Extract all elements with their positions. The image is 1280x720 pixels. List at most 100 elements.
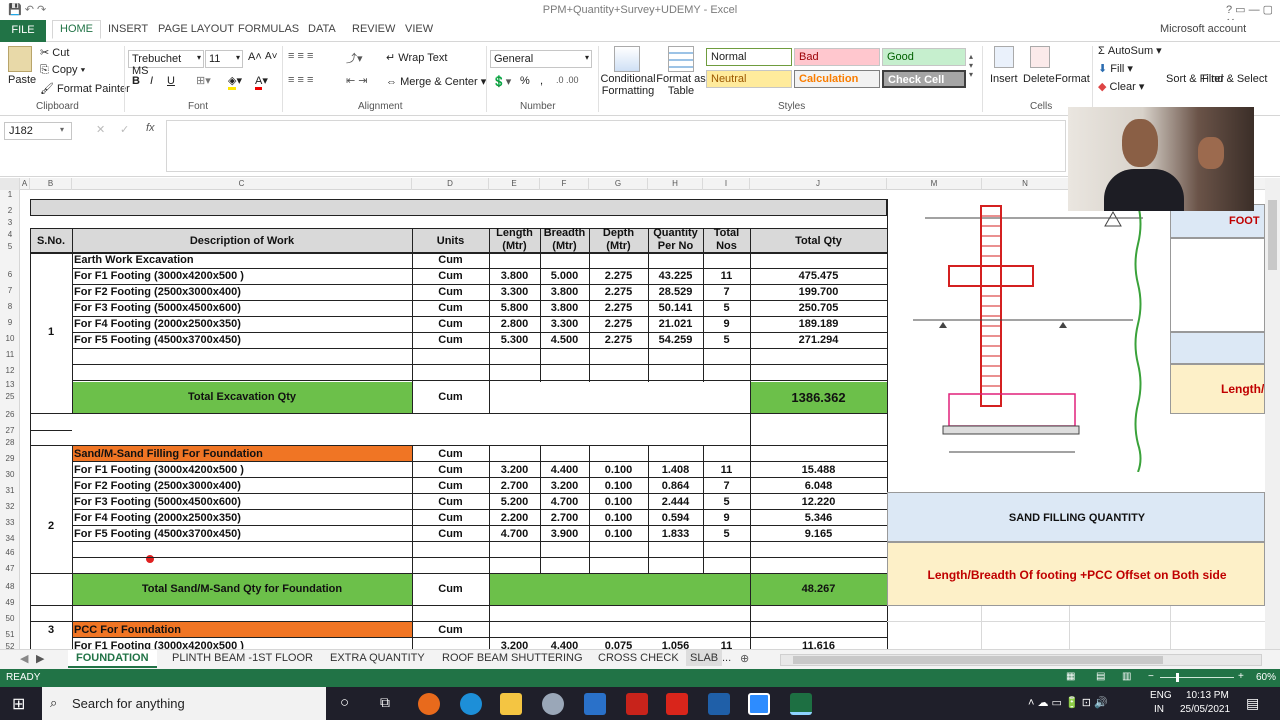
number-format-select[interactable]: General ▾: [490, 50, 592, 68]
clock-date[interactable]: 25/05/2021: [1180, 704, 1230, 715]
style-check-cell[interactable]: Check Cell: [882, 70, 966, 88]
column-header[interactable]: H: [648, 178, 703, 190]
row-header[interactable]: 9: [0, 318, 20, 327]
row-header[interactable]: 25: [0, 392, 20, 401]
zoom-in-icon[interactable]: +: [1238, 671, 1244, 682]
save-icon[interactable]: 💾 ↶ ↷: [8, 3, 46, 16]
wrap-text-button[interactable]: ↵ Wrap Text: [386, 51, 447, 64]
paste-button[interactable]: Paste: [8, 74, 36, 86]
style-bad[interactable]: Bad: [794, 48, 880, 66]
clock-time[interactable]: 10:13 PM: [1186, 690, 1229, 701]
row-header[interactable]: 47: [0, 564, 20, 573]
paste-icon[interactable]: [8, 46, 32, 72]
font-name-select[interactable]: Trebuchet MS ▾: [128, 50, 204, 77]
view-break-icon[interactable]: ▥: [1122, 671, 1131, 682]
tab-insert[interactable]: INSERT: [108, 23, 148, 35]
task-view-icon[interactable]: ⧉: [380, 694, 390, 711]
enter-icon[interactable]: ✓: [120, 123, 129, 136]
font-color-icon[interactable]: A▾: [255, 74, 268, 90]
style-good[interactable]: Good: [882, 48, 966, 66]
autosum-button[interactable]: Σ AutoSum ▾: [1098, 44, 1162, 57]
row-header[interactable]: 7: [0, 286, 20, 295]
fill-color-icon[interactable]: ◈▾: [228, 74, 242, 90]
row-header[interactable]: 32: [0, 502, 20, 511]
horizontal-scrollbar[interactable]: [780, 654, 1262, 666]
input-language[interactable]: ENG: [1150, 690, 1172, 701]
tab-file[interactable]: FILE: [0, 20, 46, 42]
insert-button[interactable]: Insert: [990, 73, 1018, 85]
row-header[interactable]: 48: [0, 582, 20, 591]
column-header[interactable]: D: [412, 178, 489, 190]
sheet-tab-extra-quantity[interactable]: EXTRA QUANTITY: [330, 652, 425, 664]
taskbar-search[interactable]: ⌕ Search for anything: [42, 687, 326, 720]
notifications-icon[interactable]: ▤: [1246, 695, 1259, 712]
file-explorer-icon[interactable]: [500, 693, 522, 715]
format-button[interactable]: Format: [1055, 73, 1090, 85]
tab-data[interactable]: DATA: [308, 23, 336, 35]
format-painter-button[interactable]: 🖌 Format Painter: [40, 82, 130, 95]
worksheet[interactable]: S.No. Description of Work Units Length (…: [20, 190, 1265, 649]
add-sheet-icon[interactable]: ⊕: [740, 652, 749, 665]
conditional-formatting-button[interactable]: Conditional Formatting: [600, 73, 656, 97]
column-header[interactable]: B: [30, 178, 72, 190]
tab-home[interactable]: HOME: [52, 20, 101, 39]
grow-font-icon[interactable]: A˄: [248, 51, 262, 63]
merge-center-button[interactable]: ⇔ Merge & Center ▾: [386, 75, 486, 88]
prev-sheet-icon[interactable]: ◀: [20, 652, 28, 665]
row-header[interactable]: 10: [0, 334, 20, 343]
cut-button[interactable]: ✂ Cut: [40, 46, 69, 59]
vertical-scrollbar[interactable]: [1265, 178, 1280, 649]
styles-scroll-icon[interactable]: ▴ ▾ ▾: [969, 52, 973, 79]
cortana-icon[interactable]: ○: [340, 694, 349, 711]
row-header[interactable]: 12: [0, 366, 20, 375]
row-header[interactable]: 34: [0, 534, 20, 543]
row-header[interactable]: 4: [0, 230, 20, 239]
column-header[interactable]: N: [982, 178, 1069, 190]
row-header[interactable]: 13: [0, 380, 20, 389]
underline-button[interactable]: U: [167, 75, 175, 87]
sheet-tab-foundation[interactable]: FOUNDATION: [68, 650, 157, 668]
orientation-icon[interactable]: ⤴▾: [346, 50, 363, 66]
tab-page-layout[interactable]: PAGE LAYOUT: [158, 23, 234, 35]
vertical-scroll-thumb[interactable]: [1268, 200, 1277, 270]
delete-button[interactable]: Delete: [1023, 73, 1055, 85]
zoom-out-icon[interactable]: −: [1148, 671, 1154, 682]
copy-button[interactable]: ⎘ Copy ▾: [40, 64, 85, 77]
tray-icons[interactable]: ˄ ☁ ▭ 🔋 ⊡ 🔊: [1028, 696, 1108, 709]
formula-input[interactable]: [166, 120, 1066, 172]
mail-icon[interactable]: [584, 693, 606, 715]
excel-icon[interactable]: [790, 693, 812, 715]
font-size-select[interactable]: 11 ▾: [205, 50, 243, 68]
column-header[interactable]: M: [924, 178, 944, 190]
zoom-app-icon[interactable]: [748, 693, 770, 715]
windows-start-icon[interactable]: ⊞: [12, 694, 25, 714]
row-header[interactable]: 28: [0, 438, 20, 447]
firefox-icon[interactable]: [418, 693, 440, 715]
sheet-tab-roof-beam[interactable]: ROOF BEAM SHUTTERING: [442, 652, 583, 664]
row-header[interactable]: 11: [0, 350, 20, 359]
style-normal[interactable]: Normal: [706, 48, 792, 66]
row-header[interactable]: 49: [0, 598, 20, 607]
row-header[interactable]: 30: [0, 470, 20, 479]
row-header[interactable]: 6: [0, 270, 20, 279]
sheet-tab-cross-check[interactable]: CROSS CHECK: [598, 652, 679, 664]
row-header[interactable]: 46: [0, 548, 20, 557]
zoom-slider[interactable]: [1160, 677, 1234, 678]
bold-button[interactable]: B: [132, 75, 140, 87]
row-header[interactable]: 3: [0, 218, 20, 227]
column-header[interactable]: A: [20, 178, 30, 190]
photos-icon[interactable]: [708, 693, 730, 715]
column-header[interactable]: J: [750, 178, 887, 190]
more-sheets[interactable]: ...: [722, 652, 731, 664]
zoom-slider-thumb[interactable]: [1176, 673, 1179, 682]
row-header[interactable]: 2: [0, 206, 20, 215]
sheet-tab-plinth-beam[interactable]: PLINTH BEAM -1ST FLOOR: [172, 652, 313, 664]
row-header[interactable]: 27: [0, 426, 20, 435]
column-header[interactable]: F: [540, 178, 589, 190]
edge-icon[interactable]: [460, 693, 482, 715]
tab-review[interactable]: REVIEW: [352, 23, 395, 35]
row-header[interactable]: 1: [0, 190, 20, 199]
clear-button[interactable]: ◆ Clear ▾: [1098, 80, 1144, 93]
sheet-tab-slab[interactable]: SLAB: [686, 650, 723, 666]
column-header[interactable]: G: [589, 178, 648, 190]
